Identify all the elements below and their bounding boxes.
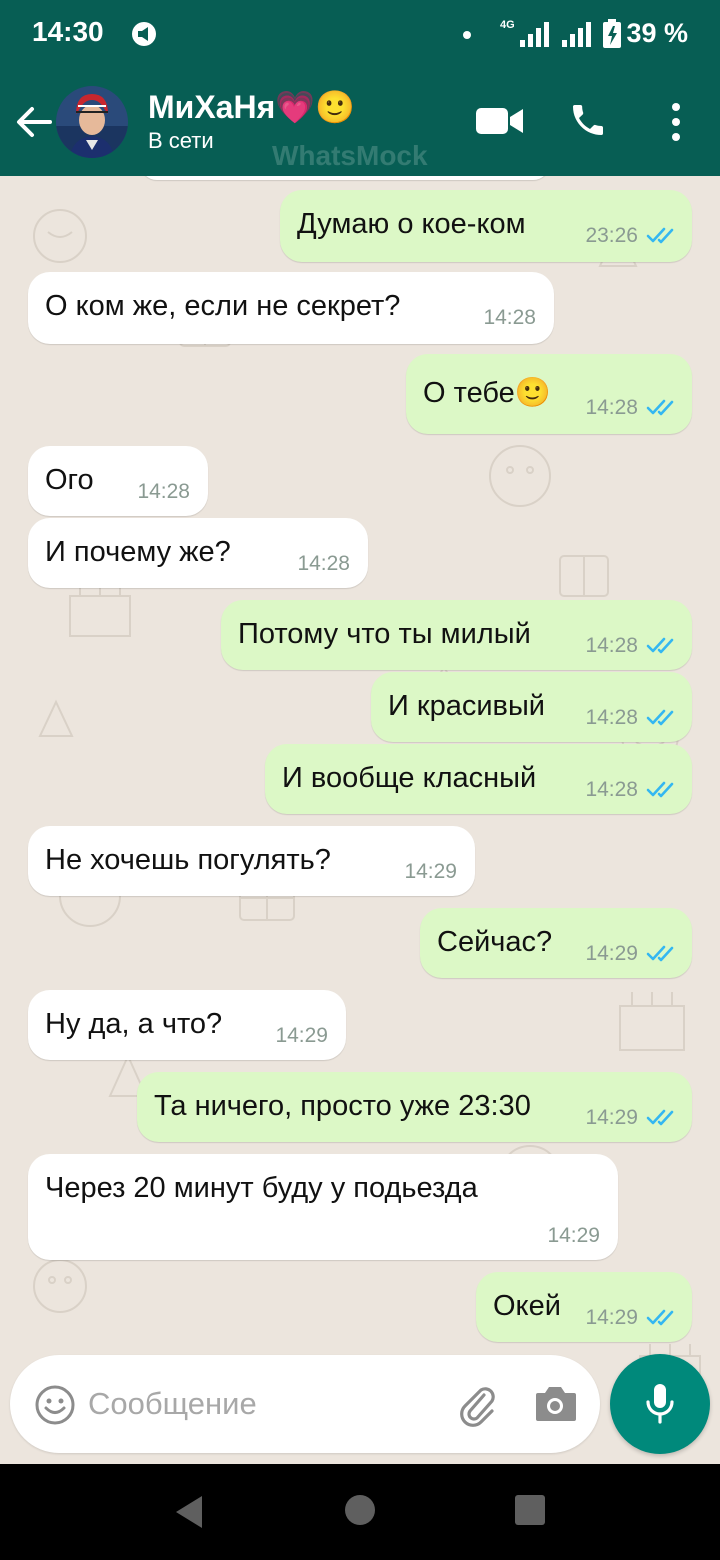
status-time: 14:30 <box>32 16 104 47</box>
message-bubble[interactable]: Ну да, а что? 14:29 <box>28 990 346 1060</box>
message-bubble[interactable]: Окей 14:29 <box>476 1272 692 1342</box>
message-text: Сейчас? <box>437 926 553 958</box>
message-time: 14:28 <box>585 634 638 657</box>
emoji-icon[interactable] <box>34 1384 76 1426</box>
nav-back-icon[interactable] <box>172 1494 206 1530</box>
message-meta: 14:29 <box>585 942 678 966</box>
message-text: И вообще класный <box>282 762 537 794</box>
message-bubble[interactable]: И почему же? 14:28 <box>28 518 368 588</box>
battery-percent: 39 % <box>626 18 688 48</box>
message-meta: 14:29 <box>585 1306 678 1330</box>
message-time: 14:28 <box>137 480 190 503</box>
message-bubble[interactable]: И красивый 14:28 <box>371 672 692 742</box>
read-ticks-icon <box>646 709 674 726</box>
message-text: Та ничего, просто уже 23:30 <box>154 1090 531 1122</box>
message-text: Окей <box>493 1290 561 1322</box>
message-text: Не хочешь погулять? <box>45 844 331 876</box>
read-ticks-icon <box>646 227 674 244</box>
message-time: 14:29 <box>547 1224 600 1247</box>
message-text: Ну да, а что? <box>45 1008 223 1040</box>
message-time: 14:28 <box>585 706 638 729</box>
status-bar: 14:30 4G 39 % <box>0 0 720 70</box>
read-ticks-icon <box>646 1309 674 1326</box>
message-text: О тебе🙂 <box>423 377 551 409</box>
chat-area[interactable]: Думаю о кое-ком 23:26 О ком же, если не … <box>0 176 720 1464</box>
message-bubble[interactable]: Через 20 минут буду у подьезда 14:29 <box>28 1154 618 1260</box>
mic-button[interactable] <box>610 1354 710 1454</box>
mic-icon <box>646 1384 674 1424</box>
nav-home-icon[interactable] <box>344 1494 376 1526</box>
message-composer <box>10 1355 600 1453</box>
message-time: 14:29 <box>585 1306 638 1329</box>
message-bubble[interactable]: О тебе🙂 14:28 <box>406 354 692 434</box>
message-meta: 23:26 <box>585 224 678 248</box>
message-meta: 14:28 <box>585 396 678 420</box>
signal-icon-2 <box>562 22 591 47</box>
message-time: 14:28 <box>585 778 638 801</box>
message-bubble[interactable]: Думаю о кое-ком 23:26 <box>280 190 692 262</box>
video-call-icon[interactable] <box>476 106 524 136</box>
watermark: WhatsMock <box>272 140 428 171</box>
read-ticks-icon <box>646 945 674 962</box>
message-time: 14:28 <box>297 552 350 575</box>
message-text: Потому что ты милый <box>238 618 531 650</box>
voice-call-icon[interactable] <box>568 100 608 140</box>
message-text: И почему же? <box>45 536 231 568</box>
message-time: 14:29 <box>275 1024 328 1047</box>
message-time: 14:28 <box>483 306 536 329</box>
message-time: 14:29 <box>585 942 638 965</box>
message-time: 23:26 <box>585 224 638 247</box>
message-meta: 14:28 <box>585 778 678 802</box>
read-ticks-icon <box>646 781 674 798</box>
message-time: 14:29 <box>585 1106 638 1129</box>
network-type-label: 4G <box>500 19 515 31</box>
camera-icon[interactable] <box>532 1383 578 1423</box>
nav-recents-icon[interactable] <box>514 1494 546 1526</box>
read-ticks-icon <box>646 1109 674 1126</box>
message-bubble[interactable]: Ого 14:28 <box>28 446 208 516</box>
message-text: Через 20 минут буду у подьезда <box>45 1172 478 1204</box>
message-bubble-partial <box>140 176 550 180</box>
dot-icon <box>463 31 471 39</box>
message-bubble[interactable]: Потому что ты милый 14:28 <box>221 600 692 670</box>
message-text: О ком же, если не секрет? <box>45 290 401 322</box>
contact-avatar[interactable] <box>56 86 128 158</box>
back-arrow-icon[interactable] <box>14 98 54 146</box>
message-bubble[interactable]: Та ничего, просто уже 23:30 14:29 <box>137 1072 692 1142</box>
message-bubble[interactable]: Не хочешь погулять? 14:29 <box>28 826 475 896</box>
message-bubble[interactable]: И вообще класный 14:28 <box>265 744 692 814</box>
message-meta: 14:29 <box>585 1106 678 1130</box>
read-ticks-icon <box>646 399 674 416</box>
message-text: И красивый <box>388 690 545 722</box>
battery-icon <box>603 19 621 48</box>
message-meta: 14:28 <box>585 706 678 730</box>
message-text: Ого <box>45 464 94 496</box>
attach-icon[interactable] <box>454 1381 500 1427</box>
message-bubble[interactable]: Сейчас? 14:29 <box>420 908 692 978</box>
message-text: Думаю о кое-ком <box>297 208 526 240</box>
contact-status: В сети <box>148 128 214 153</box>
message-time: 14:28 <box>585 396 638 419</box>
message-input[interactable] <box>88 1381 438 1427</box>
message-bubble[interactable]: О ком же, если не секрет? 14:28 <box>28 272 554 344</box>
contact-name[interactable]: МиХаНя💗🙂 <box>148 88 355 126</box>
message-time: 14:29 <box>404 860 457 883</box>
system-nav-bar <box>0 1464 720 1560</box>
chat-header: МиХаНя💗🙂 В сети WhatsMock <box>0 70 720 176</box>
read-ticks-icon <box>646 637 674 654</box>
signal-icon <box>520 22 549 47</box>
more-options-icon[interactable] <box>670 102 682 142</box>
message-meta: 14:28 <box>585 634 678 658</box>
notification-icon <box>132 22 156 46</box>
